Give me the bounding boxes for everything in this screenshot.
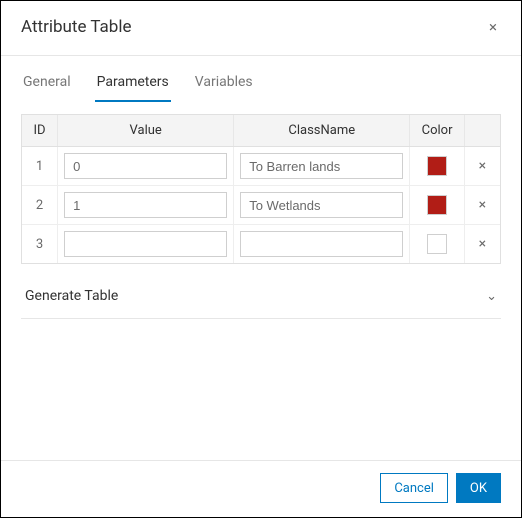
table-row: 1 × <box>22 147 500 186</box>
close-icon[interactable]: × <box>485 19 501 35</box>
tab-variables[interactable]: Variables <box>193 74 255 102</box>
chevron-down-icon: ⌄ <box>486 289 497 304</box>
value-input[interactable] <box>64 192 227 218</box>
table-row: 2 × <box>22 186 500 225</box>
color-swatch[interactable] <box>427 156 447 176</box>
cell-id: 3 <box>22 225 58 264</box>
value-input[interactable] <box>64 153 227 179</box>
table-row: 3 × <box>22 225 500 264</box>
tab-parameters[interactable]: Parameters <box>95 74 171 102</box>
dialog-header: Attribute Table × <box>1 1 521 56</box>
attribute-table-grid: ID Value ClassName Color 1 × <box>22 115 500 263</box>
tab-general[interactable]: General <box>21 74 73 102</box>
delete-row-icon[interactable]: × <box>479 197 486 213</box>
table-header-row: ID Value ClassName Color <box>22 115 500 147</box>
col-header-classname: ClassName <box>234 115 410 147</box>
classname-input[interactable] <box>240 153 403 179</box>
attribute-table: ID Value ClassName Color 1 × <box>21 114 501 264</box>
delete-row-icon[interactable]: × <box>479 236 486 252</box>
value-input[interactable] <box>64 231 227 257</box>
cancel-button[interactable]: Cancel <box>380 473 448 503</box>
col-header-id: ID <box>22 115 58 147</box>
generate-table-label: Generate Table <box>25 288 118 304</box>
generate-table-toggle[interactable]: Generate Table ⌄ <box>21 278 501 319</box>
dialog-body: General Parameters Variables ID Value Cl… <box>1 56 521 460</box>
cell-id: 2 <box>22 186 58 225</box>
color-swatch[interactable] <box>427 234 447 254</box>
ok-button[interactable]: OK <box>456 473 501 503</box>
col-header-delete <box>464 115 500 147</box>
delete-row-icon[interactable]: × <box>479 158 486 174</box>
color-swatch[interactable] <box>427 195 447 215</box>
dialog-title: Attribute Table <box>21 17 132 37</box>
col-header-color: Color <box>410 115 465 147</box>
attribute-table-dialog: Attribute Table × General Parameters Var… <box>0 0 522 518</box>
dialog-footer: Cancel OK <box>1 460 521 517</box>
cell-id: 1 <box>22 147 58 186</box>
col-header-value: Value <box>58 115 234 147</box>
classname-input[interactable] <box>240 192 403 218</box>
classname-input[interactable] <box>240 231 403 257</box>
tabs: General Parameters Variables <box>21 56 501 102</box>
